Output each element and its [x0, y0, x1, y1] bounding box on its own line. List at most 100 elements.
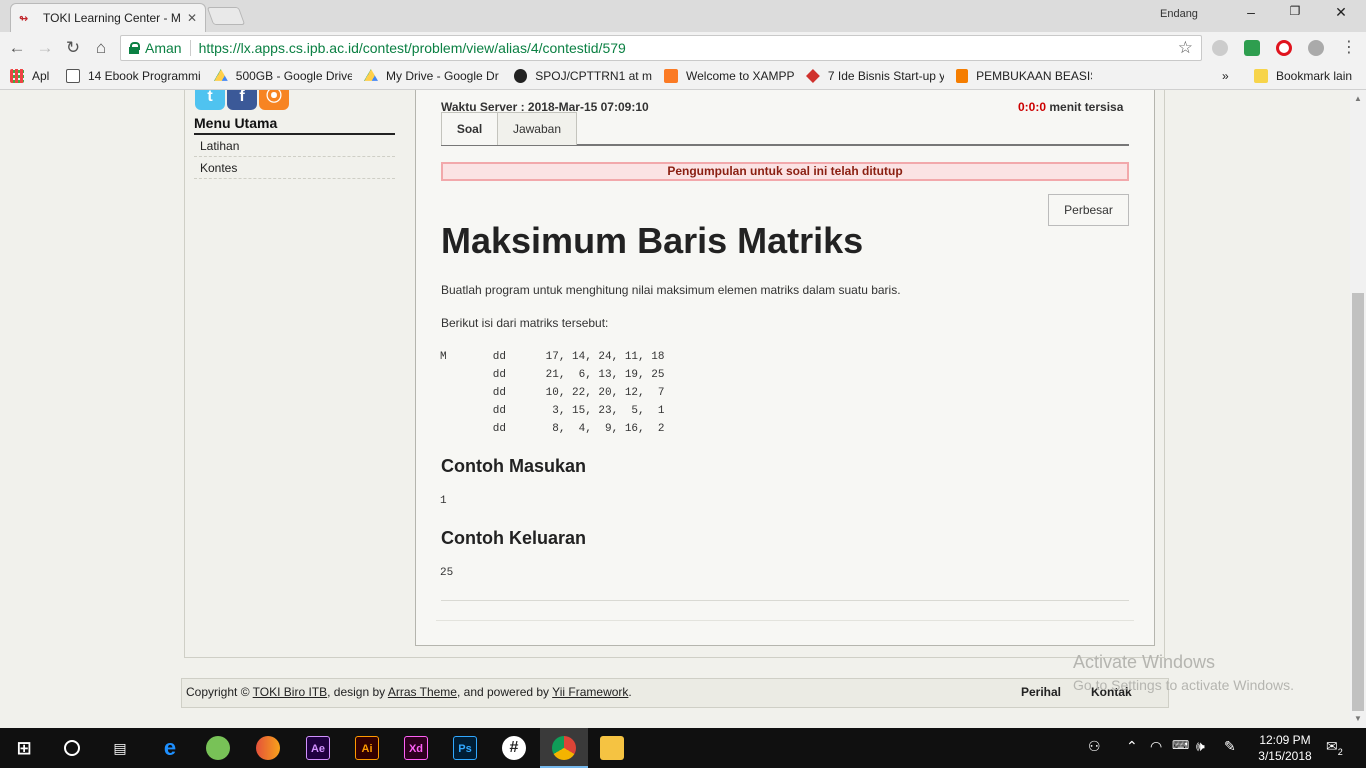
chevron-up-icon[interactable]: ⌃ — [1126, 738, 1138, 755]
home-button[interactable]: ⌂ — [90, 37, 112, 59]
wifi-icon[interactable]: ◠ — [1150, 738, 1162, 755]
scrollbar-thumb[interactable] — [1352, 293, 1364, 711]
rss-icon[interactable]: ⦿ — [259, 90, 289, 110]
illustrator-icon[interactable]: Ai — [355, 736, 379, 760]
page-scrollbar[interactable]: ▲ ▼ — [1350, 90, 1366, 728]
submission-closed-notice: Pengumpulan untuk soal ini telah ditutup — [441, 162, 1129, 181]
profile-name[interactable]: Endang — [1160, 8, 1198, 20]
menu-item-latihan[interactable]: Latihan — [194, 135, 395, 157]
problem-title: Maksimum Baris Matriks — [441, 220, 864, 261]
bookmark-label: Apl — [32, 69, 50, 83]
browser-tab-bar: ↬ TOKI Learning Center - M ✕ Endang – ❐ … — [0, 0, 1366, 32]
volume-icon[interactable]: 🕪 — [1196, 738, 1205, 755]
bookmarks-bar: Apl 14 Ebook Programmi 500GB - Google Dr… — [0, 64, 1366, 90]
edge-icon[interactable]: e — [158, 736, 182, 760]
apps-grid-icon — [10, 69, 24, 83]
bookmark-label: 7 Ide Bisnis Start-up y — [827, 69, 944, 83]
bookmark-apps[interactable]: Apl — [10, 69, 49, 83]
footer-text: , design by — [327, 685, 388, 699]
sample-input: 1 — [440, 495, 447, 507]
photoshop-icon[interactable]: Ps — [453, 736, 477, 760]
after-effects-icon[interactable]: Ae — [306, 736, 330, 760]
blogger-icon — [956, 69, 969, 83]
bookmark-my-drive[interactable]: My Drive - Google Dr — [364, 69, 500, 83]
menu-item-kontes[interactable]: Kontes — [194, 157, 395, 179]
back-button[interactable]: ← — [6, 37, 28, 59]
sample-output: 25 — [440, 567, 454, 579]
reload-button[interactable]: ↻ — [62, 37, 84, 59]
chrome-icon[interactable] — [552, 736, 576, 760]
task-view-icon[interactable]: ▤ — [108, 736, 132, 760]
bookmark-ebook[interactable]: 14 Ebook Programmi — [66, 69, 200, 83]
other-bookmarks[interactable]: Bookmark lain — [1254, 69, 1352, 83]
close-tab-icon[interactable]: ✕ — [187, 11, 197, 25]
sample-input-heading: Contoh Masukan — [441, 456, 587, 476]
tab-jawaban[interactable]: Jawaban — [497, 112, 577, 145]
bookmark-xampp[interactable]: Welcome to XAMPP — [664, 69, 794, 83]
browser-tab[interactable]: ↬ TOKI Learning Center - M ✕ — [10, 3, 206, 32]
new-tab-button[interactable] — [206, 7, 246, 25]
divider — [441, 600, 1129, 601]
footer-link-arras[interactable]: Arras Theme — [388, 685, 457, 699]
bookmark-label: My Drive - Google Dr — [386, 69, 499, 83]
other-bookmarks-label: Bookmark lain — [1276, 69, 1353, 83]
footer-link-yii[interactable]: Yii Framework — [552, 685, 628, 699]
menu-kebab-icon[interactable]: ⋮ — [1338, 37, 1360, 59]
problem-tabs: Soal Jawaban — [441, 112, 1129, 146]
main-menu-title: Menu Utama — [194, 115, 395, 135]
web-page: t f ⦿ Menu Utama Latihan Kontes Waktu Se… — [0, 90, 1350, 728]
bookmark-ide-bisnis[interactable]: 7 Ide Bisnis Start-up y — [806, 69, 944, 83]
clock[interactable]: 12:09 PM 3/15/2018 — [1255, 732, 1315, 764]
browser-toolbar: ← → ↻ ⌂ Aman https://lx.apps.cs.ipb.ac.i… — [0, 32, 1366, 64]
url-text[interactable]: https://lx.apps.cs.ipb.ac.id/contest/pro… — [199, 40, 1178, 56]
footer-link-toki[interactable]: TOKI Biro ITB — [253, 685, 327, 699]
clock-date: 3/15/2018 — [1258, 749, 1312, 763]
minimize-button[interactable]: – — [1236, 4, 1266, 24]
close-window-button[interactable]: ✕ — [1326, 4, 1356, 24]
bookmark-beasiswa[interactable]: PEMBUKAAN BEASISW — [956, 69, 1092, 83]
footer-perihal-link[interactable]: Perihal — [1021, 685, 1061, 699]
tab-soal[interactable]: Soal — [441, 112, 498, 145]
android-studio-icon[interactable] — [206, 736, 230, 760]
enlarge-button[interactable]: Perbesar — [1048, 194, 1129, 226]
windows-start-icon[interactable]: ⊞ — [12, 736, 36, 760]
xd-icon[interactable]: Xd — [404, 736, 428, 760]
bookmarks-overflow[interactable]: » — [1222, 69, 1229, 83]
slack-icon[interactable]: # — [502, 736, 526, 760]
footer-copyright: Copyright © — [186, 685, 253, 699]
twitter-icon[interactable]: t — [195, 90, 225, 110]
notifications-icon[interactable]: ✉2 — [1326, 738, 1343, 757]
google-drive-icon — [214, 69, 228, 81]
lock-icon — [129, 42, 140, 54]
google-drive-icon — [364, 69, 378, 81]
bookmark-label: Welcome to XAMPP — [686, 69, 795, 83]
tab-title: TOKI Learning Center - M — [43, 11, 181, 25]
page-icon — [66, 69, 80, 83]
sample-output-heading: Contoh Keluaran — [441, 528, 587, 548]
file-explorer-icon[interactable] — [600, 736, 624, 760]
scroll-down-icon[interactable]: ▼ — [1354, 714, 1362, 723]
search-circle-icon[interactable] — [60, 736, 84, 760]
pen-icon[interactable]: ✎ — [1224, 738, 1236, 755]
extension-icon[interactable] — [1212, 40, 1228, 56]
toki-favicon-icon: ↬ — [19, 13, 29, 25]
problem-description: Buatlah program untuk menghitung nilai m… — [441, 283, 901, 297]
forward-button[interactable]: → — [34, 37, 56, 59]
scroll-up-icon[interactable]: ▲ — [1354, 94, 1362, 103]
ccleaner-icon[interactable] — [256, 736, 280, 760]
divider — [436, 620, 1134, 621]
facebook-icon[interactable]: f — [227, 90, 257, 110]
bookmark-star-icon[interactable]: ☆ — [1178, 38, 1193, 58]
globe-icon[interactable] — [1308, 40, 1324, 56]
bookmark-drive-500gb[interactable]: 500GB - Google Drive — [214, 69, 352, 83]
people-icon[interactable]: ⚇ — [1088, 738, 1101, 755]
shield-extension-icon[interactable] — [1244, 40, 1260, 56]
address-bar[interactable]: Aman https://lx.apps.cs.ipb.ac.id/contes… — [120, 35, 1202, 61]
opera-icon[interactable] — [1276, 40, 1292, 56]
folder-icon — [1254, 69, 1268, 83]
bookmark-spoj[interactable]: SPOJ/CPTTRN1 at ma — [514, 69, 652, 83]
input-method-icon[interactable]: ⌨ — [1172, 738, 1189, 752]
restore-button[interactable]: ❐ — [1280, 4, 1310, 24]
footer: Copyright © TOKI Biro ITB, design by Arr… — [181, 678, 1169, 708]
notification-count: 2 — [1337, 746, 1343, 757]
